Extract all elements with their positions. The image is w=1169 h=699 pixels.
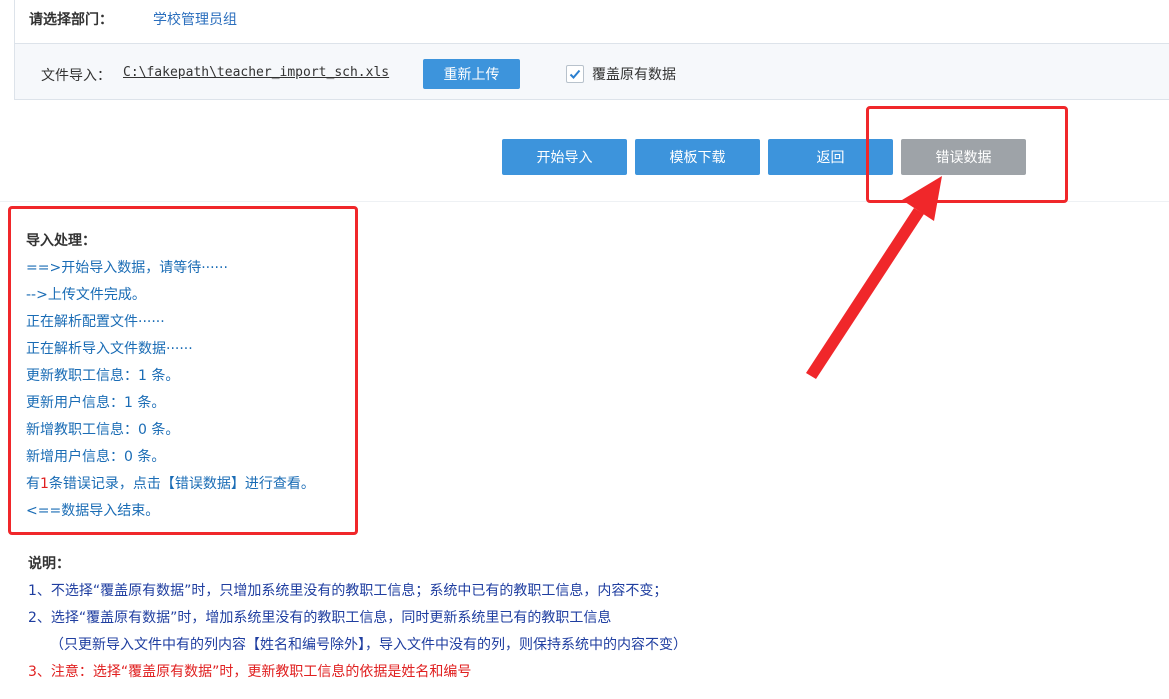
note-item-warning: 3、注意：选择“覆盖原有数据”时，更新教职工信息的依据是姓名和编号 [28, 664, 472, 680]
template-download-button[interactable]: 模板下载 [635, 139, 760, 175]
overwrite-checkbox-group[interactable]: 覆盖原有数据 [566, 64, 676, 84]
note-item: 1、不选择“覆盖原有数据”时，只增加系统里没有的教职工信息；系统中已有的教职工信… [28, 583, 668, 599]
department-value[interactable]: 学校管理员组 [153, 9, 237, 29]
overwrite-checkbox[interactable] [566, 65, 584, 83]
file-import-row: 文件导入： C:\fakepath\teacher_import_sch.xls… [14, 44, 1169, 100]
highlight-box-log [8, 206, 358, 535]
notes-title: 说明： [28, 556, 70, 572]
department-label: 请选择部门： [29, 12, 113, 28]
note-item: （只更新导入文件中有的列内容【姓名和编号除外】，导入文件中没有的列，则保持系统中… [50, 637, 687, 653]
start-import-button[interactable]: 开始导入 [502, 139, 627, 175]
notes: 说明： 1、不选择“覆盖原有数据”时，只增加系统里没有的教职工信息；系统中已有的… [28, 553, 687, 689]
file-path-link[interactable]: C:\fakepath\teacher_import_sch.xls [123, 65, 389, 80]
overwrite-label[interactable]: 覆盖原有数据 [592, 64, 676, 84]
reupload-button[interactable]: 重新上传 [423, 59, 520, 89]
checkmark-icon [569, 69, 581, 79]
note-item: 2、选择“覆盖原有数据”时，增加系统里没有的教职工信息，同时更新系统里已有的教职… [28, 610, 612, 626]
file-import-label: 文件导入： [41, 68, 111, 84]
highlight-box-error-button [866, 106, 1068, 203]
department-row: 请选择部门： 学校管理员组 [14, 0, 1169, 44]
